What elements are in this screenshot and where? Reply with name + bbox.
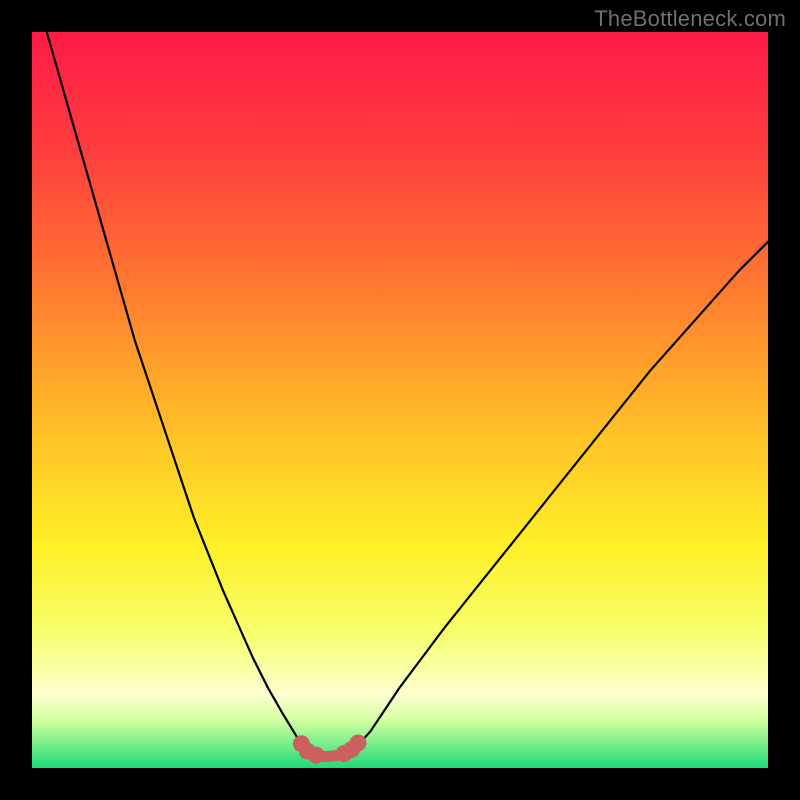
watermark-text: TheBottleneck.com bbox=[594, 6, 786, 32]
gradient-background bbox=[32, 32, 768, 768]
chart-frame: TheBottleneck.com bbox=[0, 0, 800, 800]
valley-dot bbox=[350, 734, 367, 751]
chart-svg bbox=[32, 32, 768, 768]
plot-area bbox=[32, 32, 768, 768]
valley-dot bbox=[308, 747, 325, 764]
